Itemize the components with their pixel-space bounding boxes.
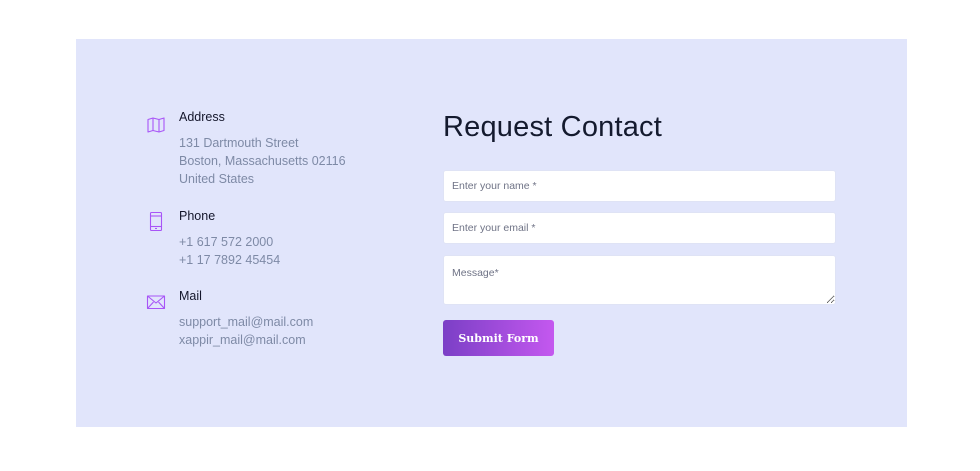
address-title: Address bbox=[179, 110, 225, 124]
mail-title: Mail bbox=[179, 289, 202, 303]
address-line: Boston, Massachusetts 02116 bbox=[179, 154, 346, 168]
mail-address: support_mail@mail.com bbox=[179, 315, 314, 329]
map-icon bbox=[146, 115, 166, 135]
mail-address: xappir_mail@mail.com bbox=[179, 333, 306, 347]
form-title: Request Contact bbox=[443, 111, 663, 143]
phone-lines: +1 617 572 2000 +1 17 7892 45454 bbox=[179, 233, 280, 269]
name-input[interactable] bbox=[443, 170, 836, 202]
contact-section: Address 131 Dartmouth Street Boston, Mas… bbox=[76, 39, 907, 427]
mail-lines: support_mail@mail.com xappir_mail@mail.c… bbox=[179, 313, 313, 349]
address-line: 131 Dartmouth Street bbox=[179, 136, 299, 150]
phone-number: +1 17 7892 45454 bbox=[179, 253, 281, 267]
phone-title: Phone bbox=[179, 209, 216, 223]
email-input[interactable] bbox=[443, 212, 836, 244]
submit-form-button[interactable]: Submit Form bbox=[443, 320, 554, 356]
address-line: United States bbox=[179, 172, 255, 186]
message-textarea[interactable] bbox=[443, 255, 836, 305]
mail-icon bbox=[146, 292, 166, 312]
address-lines: 131 Dartmouth Street Boston, Massachuset… bbox=[179, 134, 346, 188]
phone-number: +1 617 572 2000 bbox=[179, 235, 274, 249]
phone-icon bbox=[146, 211, 166, 232]
